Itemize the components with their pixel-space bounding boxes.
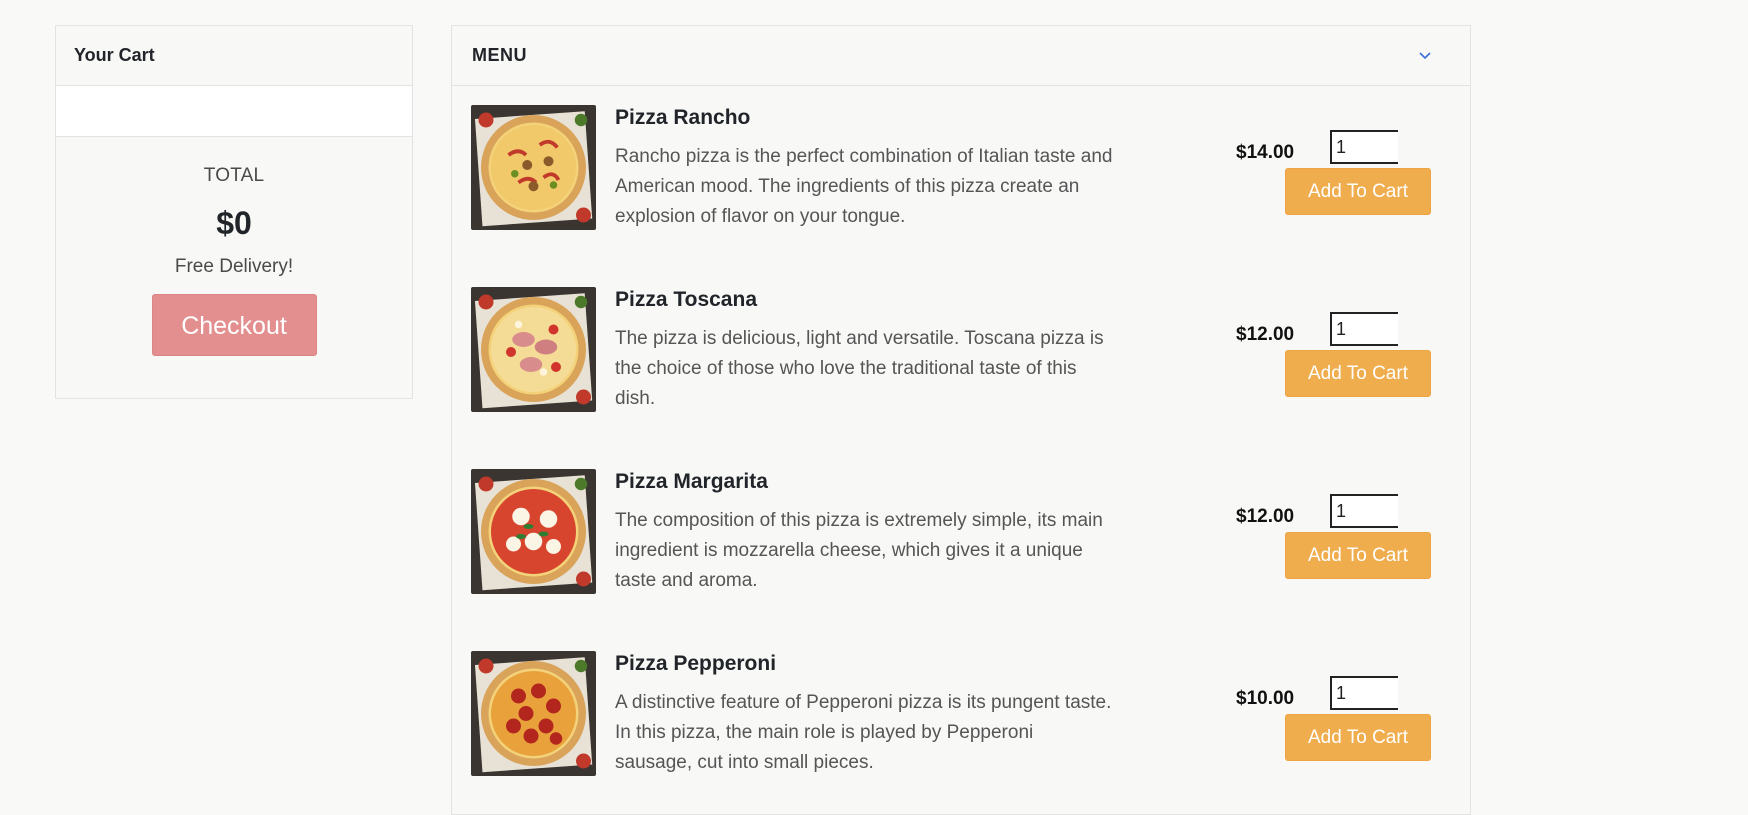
pizza-description: The pizza is delicious, light and versat…: [615, 328, 1104, 409]
pizza-image: [471, 469, 596, 594]
checkout-button[interactable]: Checkout: [151, 294, 317, 356]
cart-summary: TOTAL $0 Free Delivery! Checkout: [56, 137, 412, 356]
pizza-name: Pizza Margarita: [615, 470, 768, 493]
pizza-image: [471, 105, 596, 230]
total-label: TOTAL: [203, 165, 265, 186]
menu-item: Pizza Toscana The pizza is delicious, li…: [452, 268, 1470, 450]
menu-item: Pizza Pepperoni A distinctive feature of…: [452, 632, 1470, 814]
cart-title: Your Cart: [56, 26, 412, 86]
menu-item: Pizza Margarita The composition of this …: [452, 450, 1470, 632]
chevron-down-icon[interactable]: [1418, 49, 1432, 63]
menu-list: Pizza Rancho Rancho pizza is the perfect…: [452, 86, 1470, 814]
quantity-input[interactable]: [1330, 676, 1398, 710]
add-to-cart-button[interactable]: Add To Cart: [1285, 714, 1431, 761]
total-value: $0: [216, 205, 252, 241]
pizza-image: [471, 651, 596, 776]
pizza-price: $12.00: [1236, 324, 1295, 345]
pizza-name: Pizza Toscana: [615, 288, 757, 311]
menu-title: MENU: [472, 45, 527, 65]
menu-panel: MENU Pizza Rancho Rancho pizza is the pe…: [451, 25, 1471, 815]
pizza-name: Pizza Rancho: [615, 106, 751, 129]
menu-header: MENU: [452, 26, 1470, 86]
pizza-description: The composition of this pizza is extreme…: [615, 510, 1103, 591]
quantity-input[interactable]: [1330, 130, 1398, 164]
cart-items-list: [56, 86, 412, 137]
delivery-text: Free Delivery!: [174, 256, 294, 277]
pizza-name: Pizza Pepperoni: [615, 652, 777, 675]
pizza-price: $12.00: [1236, 506, 1295, 527]
pizza-description: Rancho pizza is the perfect combination …: [615, 146, 1113, 227]
add-to-cart-button[interactable]: Add To Cart: [1285, 168, 1431, 215]
pizza-description: A distinctive feature of Pepperoni pizza…: [615, 692, 1112, 773]
add-to-cart-button[interactable]: Add To Cart: [1285, 532, 1431, 579]
cart-panel: Your Cart TOTAL $0 Free Delivery! Checko…: [55, 25, 413, 399]
quantity-input[interactable]: [1330, 494, 1398, 528]
add-to-cart-button[interactable]: Add To Cart: [1285, 350, 1431, 397]
quantity-input[interactable]: [1330, 312, 1398, 346]
pizza-price: $14.00: [1236, 142, 1295, 163]
pizza-image: [471, 287, 596, 412]
pizza-price: $10.00: [1236, 688, 1295, 709]
menu-item: Pizza Rancho Rancho pizza is the perfect…: [452, 86, 1470, 268]
